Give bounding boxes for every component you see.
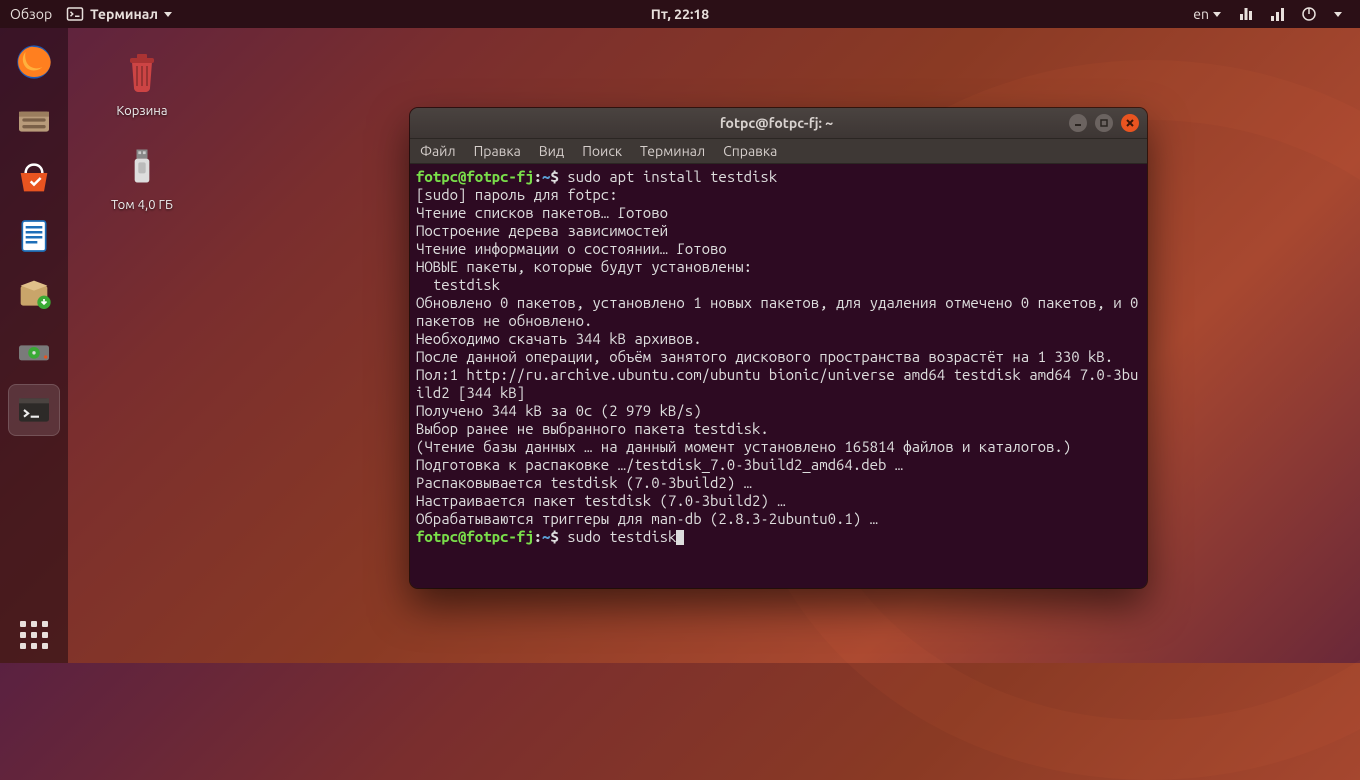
dock-item-terminal[interactable] <box>8 384 60 436</box>
dock-item-writer[interactable] <box>8 210 60 262</box>
dock-item-firefox[interactable] <box>8 36 60 88</box>
power-icon[interactable] <box>1300 5 1318 23</box>
command-2: sudo testdisk <box>567 528 676 545</box>
terminal-menubar: Файл Правка Вид Поиск Терминал Справка <box>410 138 1147 164</box>
terminal-icon <box>66 5 84 23</box>
input-source-label: en <box>1193 6 1209 22</box>
menu-help[interactable]: Справка <box>723 143 777 159</box>
usb-drive-label: Том 4,0 ГБ <box>98 198 186 212</box>
window-titlebar[interactable]: fotpc@fotpc-fj: ~ <box>410 108 1147 138</box>
command-1: sudo apt install testdisk <box>567 168 777 185</box>
close-button[interactable] <box>1121 114 1139 132</box>
trash-label: Корзина <box>98 104 186 118</box>
app-menu[interactable]: Терминал <box>66 5 172 23</box>
prompt-user: fotpc@fotpc-fj <box>416 168 534 185</box>
text-cursor <box>676 530 684 545</box>
desktop: Корзина Том 4,0 ГБ fotpc@fotpc-fj: ~ Фай… <box>68 28 1360 663</box>
chevron-down-icon <box>1213 12 1221 17</box>
menu-search[interactable]: Поиск <box>582 143 622 159</box>
show-applications-button[interactable] <box>0 607 68 663</box>
apps-grid-icon <box>20 621 48 649</box>
dock-item-package[interactable] <box>8 268 60 320</box>
top-bar: Обзор Терминал Пт, 22:18 en <box>0 0 1360 28</box>
prompt-user: fotpc@fotpc-fj <box>416 528 534 545</box>
menu-edit[interactable]: Правка <box>474 143 521 159</box>
chevron-down-icon <box>164 12 172 17</box>
network-icon[interactable] <box>1237 5 1255 23</box>
maximize-button[interactable] <box>1095 114 1113 132</box>
dock <box>0 28 68 663</box>
volume-icon[interactable] <box>1271 7 1284 21</box>
trash-icon[interactable]: Корзина <box>98 44 186 118</box>
menu-file[interactable]: Файл <box>420 143 456 159</box>
terminal-window: fotpc@fotpc-fj: ~ Файл Правка Вид Поиск … <box>410 108 1147 588</box>
usb-drive-icon[interactable]: Том 4,0 ГБ <box>98 138 186 212</box>
apt-output: [sudo] пароль для fotpc: Чтение списков … <box>416 186 1147 527</box>
input-source[interactable]: en <box>1193 6 1221 22</box>
clock[interactable]: Пт, 22:18 <box>651 6 709 22</box>
dock-item-disks[interactable] <box>8 326 60 378</box>
activities-button[interactable]: Обзор <box>10 6 52 22</box>
app-menu-label: Терминал <box>90 6 158 22</box>
dock-item-files[interactable] <box>8 94 60 146</box>
terminal-output[interactable]: fotpc@fotpc-fj:~$ sudo apt install testd… <box>410 164 1147 588</box>
menu-view[interactable]: Вид <box>539 143 564 159</box>
chevron-down-icon <box>1334 12 1342 17</box>
menu-terminal[interactable]: Терминал <box>640 143 705 159</box>
dock-item-software[interactable] <box>8 152 60 204</box>
window-title: fotpc@fotpc-fj: ~ <box>484 115 1069 131</box>
minimize-button[interactable] <box>1069 114 1087 132</box>
